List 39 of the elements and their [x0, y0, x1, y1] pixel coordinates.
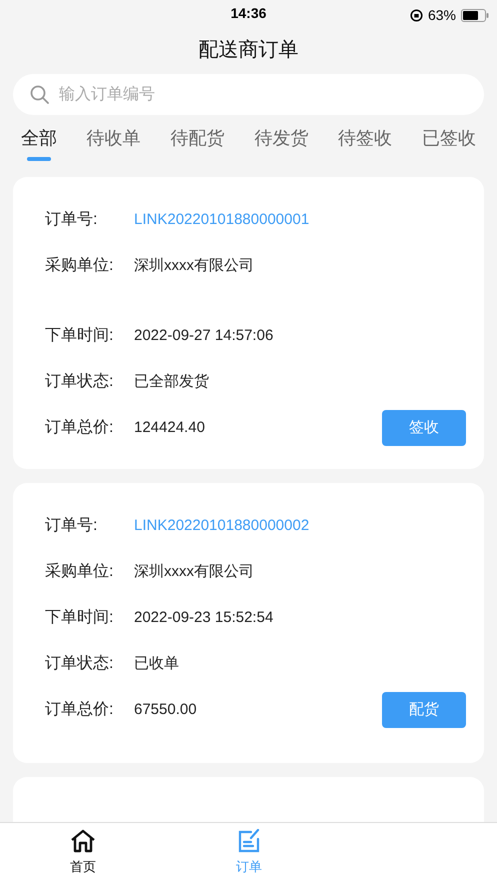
filter-tab[interactable]: 待配货 — [170, 125, 225, 161]
field-label: 订单总价: — [45, 700, 114, 720]
field-label: 下单时间: — [45, 608, 114, 628]
search-field[interactable]: 输入订单编号 — [13, 74, 484, 115]
field-value: 2022-09-23 15:52:54 — [134, 608, 274, 628]
field-label: 下单时间: — [45, 326, 114, 346]
rotation-lock-icon — [410, 9, 423, 22]
field-label: 订单号: — [45, 210, 98, 230]
action-button[interactable]: 配货 — [382, 692, 466, 728]
field-value: 2022-09-27 14:57:06 — [134, 326, 274, 346]
filter-tab[interactable]: 待签收 — [338, 125, 392, 161]
nav-tab[interactable]: 订单 — [166, 823, 332, 883]
field-label: 订单号: — [45, 516, 98, 536]
action-button[interactable]: 签收 — [382, 410, 466, 446]
field-label: 订单状态: — [45, 654, 114, 674]
filter-tab[interactable]: 已签收 — [422, 125, 476, 161]
filter-tab[interactable]: 全部 — [20, 125, 57, 161]
field-label: 订单状态: — [45, 372, 114, 392]
field-value: 深圳xxxx有限公司 — [134, 562, 254, 582]
field-value: 67550.00 — [134, 700, 197, 720]
field-label: 采购单位: — [45, 562, 114, 582]
document-edit-icon — [238, 829, 260, 854]
battery-icon — [461, 9, 489, 22]
search-icon — [30, 85, 49, 104]
field-value: 已全部发货 — [134, 372, 209, 392]
field-value: 124424.40 — [134, 418, 205, 438]
nav-tab[interactable]: 首页 — [0, 823, 166, 883]
order-number-link[interactable]: LINK20220101880000002 — [134, 514, 310, 538]
page-title: 配送商订单 — [198, 38, 298, 63]
status-time: 14:36 — [230, 4, 266, 22]
filter-tab[interactable]: 待收单 — [86, 125, 141, 161]
battery-percent: 63% — [428, 6, 456, 25]
field-label: 订单总价: — [45, 418, 114, 438]
order-number-link[interactable]: LINK20220101880000001 — [134, 208, 310, 232]
home-icon — [70, 829, 96, 854]
field-label: 采购单位: — [45, 256, 114, 276]
filter-tab[interactable]: 待发货 — [254, 125, 308, 161]
field-value: 已收单 — [134, 654, 179, 674]
field-value: 深圳xxxx有限公司 — [134, 256, 254, 276]
